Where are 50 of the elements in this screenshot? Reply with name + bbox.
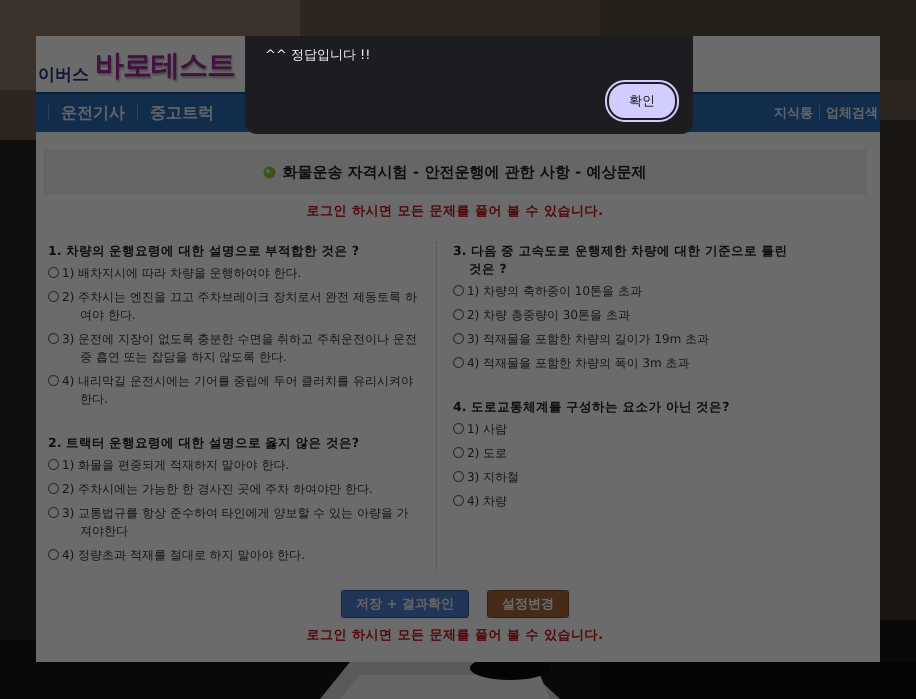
answer-option[interactable]: 3) 운전에 지장이 없도록 충분한 수면을 취하고 주취운전이나 운전중 흡연 또는 잡담을 하지 않도록 한다. (62, 330, 420, 366)
logo: 바로테스트 (95, 47, 235, 84)
answer-option[interactable]: 2) 도로 (467, 444, 816, 462)
radio-button[interactable] (48, 459, 59, 470)
nav-link[interactable]: 업체검색 (826, 104, 878, 122)
radio-button[interactable] (453, 309, 464, 320)
radio-button[interactable] (453, 357, 464, 368)
nav-link[interactable]: 지식통 (774, 104, 813, 122)
login-notice: 로그인 하시면 모든 문제를 풀어 볼 수 있습니다. (305, 203, 605, 220)
page-title: 화물운송 자격시험 - 안전운행에 관한 사항 - 예상문제 (282, 162, 646, 182)
answer-option[interactable]: 1) 화물을 편중되게 적재하지 말아야 한다. (62, 456, 420, 474)
radio-button[interactable] (453, 495, 464, 506)
answer-option[interactable]: 3) 지하철 (467, 468, 816, 486)
answer-option[interactable]: 1) 사람 (467, 420, 816, 438)
question-text: 1. 차량의 운행요령에 대한 설명으로 부적합한 것은 ? (48, 242, 360, 260)
logo-subtitle: 이버스 (38, 64, 89, 86)
question-text: 4. 도로교통체계를 구성하는 요소가 아닌 것은? (453, 398, 730, 416)
radio-button[interactable] (453, 447, 464, 458)
radio-button[interactable] (48, 375, 59, 386)
answer-option[interactable]: 3) 교통법규를 항상 준수하여 타인에게 양보할 수 있는 아량을 가져야한다 (62, 504, 420, 540)
radio-button[interactable] (48, 267, 59, 278)
action-button[interactable]: 설정변경 (486, 590, 569, 618)
radio-button[interactable] (453, 333, 464, 344)
dialog-message: ^^ 정답입니다 !! (265, 47, 372, 64)
nav-link[interactable]: 운전기사 (61, 102, 125, 124)
radio-button[interactable] (48, 291, 59, 302)
question-text: 3. 다음 중 고속도로 운행제한 차량에 대한 기준으로 틀린 것은 ? (453, 242, 788, 278)
answer-option[interactable]: 2) 주차시에는 가능한 한 경사진 곳에 주차 하여야만 한다. (62, 480, 420, 498)
answer-option[interactable]: 4) 차량 (467, 492, 816, 510)
answer-option[interactable]: 2) 차량 총중량이 30톤을 초과 (467, 306, 816, 324)
radio-button[interactable] (453, 423, 464, 434)
radio-button[interactable] (48, 333, 59, 344)
nav-link[interactable]: 중고트럭 (150, 102, 214, 124)
radio-button[interactable] (453, 285, 464, 296)
answer-option[interactable]: 1) 배차지시에 따라 차량을 운행하여야 한다. (62, 264, 420, 282)
radio-button[interactable] (453, 471, 464, 482)
bullet-icon (263, 166, 276, 178)
question-text: 2. 트랙터 운행요령에 대한 설명으로 옳지 않은 것은? (48, 434, 360, 452)
confirm-button[interactable]: 확인 (607, 82, 677, 120)
radio-button[interactable] (48, 507, 59, 518)
answer-option[interactable]: 3) 적재물을 포함한 차량의 길이가 19m 초과 (467, 330, 816, 348)
answer-option[interactable]: 4) 정량초과 적재를 절대로 하지 말아야 한다. (62, 546, 420, 564)
action-button[interactable]: 저장 + 결과확인 (341, 590, 469, 618)
radio-button[interactable] (48, 483, 59, 494)
answer-option[interactable]: 4) 내리막길 운전시에는 기어를 중립에 두어 클러치를 유리시켜야 한다. (62, 372, 420, 408)
answer-option[interactable]: 2) 주차시는 엔진을 끄고 주차브레이크 장치로서 완전 제동토록 하여야 한다. (62, 288, 420, 324)
answer-option[interactable]: 4) 적재물을 포함한 차량의 폭이 3m 초과 (467, 354, 816, 372)
login-notice: 로그인 하시면 모든 문제를 풀어 볼 수 있습니다. (305, 627, 605, 644)
answer-option[interactable]: 1) 차량의 축하중이 10톤을 초과 (467, 282, 816, 300)
radio-button[interactable] (48, 549, 59, 560)
